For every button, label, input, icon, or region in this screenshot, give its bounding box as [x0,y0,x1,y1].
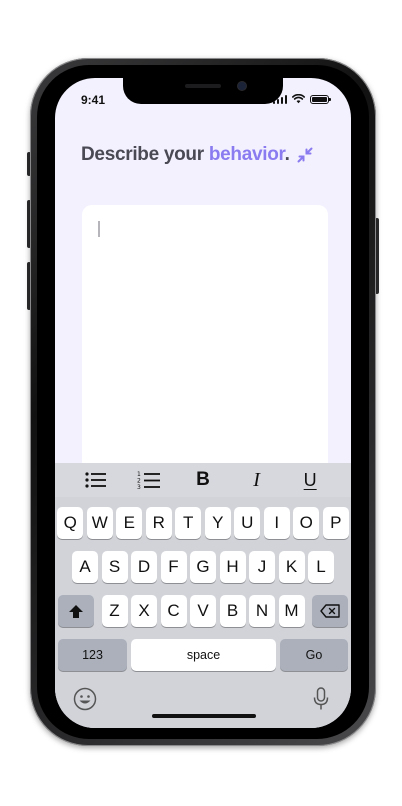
key-d[interactable]: D [131,551,157,583]
backspace-key[interactable] [312,595,348,627]
italic-button[interactable]: I [241,467,273,493]
keyboard-row-4: 123 space Go [55,639,351,671]
keyboard-bottom-bar [55,677,351,728]
notch [123,78,283,104]
formatting-toolbar: 123 B I U [55,463,351,497]
key-h[interactable]: H [219,551,246,583]
front-camera [238,82,246,90]
earpiece-speaker [185,84,221,88]
cellular-signal-icon [272,94,287,104]
phone-screen: 9:41 Describe your behavior. 1 2 3 B I U… [55,78,351,728]
svg-text:3: 3 [137,484,141,490]
key-l[interactable]: L [308,551,334,583]
keyboard-row-3: ZXCVBNM [55,595,351,627]
bold-button[interactable]: B [187,467,219,493]
key-b[interactable]: B [219,595,246,627]
underline-button[interactable]: U [294,467,326,493]
keyboard: QWERTYUIOP ASDFGHJKL ZXCVBNM 123 space G… [55,497,351,728]
numbered-list-icon: 123 [137,471,161,490]
key-z[interactable]: Z [101,595,128,627]
key-p[interactable]: P [322,507,349,539]
keyboard-row-2: ASDFGHJKL [55,551,351,583]
emoji-smiley-icon[interactable] [73,687,97,711]
numbered-list-button[interactable]: 123 [133,467,165,493]
key-y[interactable]: Y [204,507,231,539]
key-o[interactable]: O [293,507,320,539]
key-n[interactable]: N [249,595,275,627]
title-suffix: . [284,144,290,165]
title-accent-word: behavior [208,144,285,165]
key-s[interactable]: S [101,551,128,583]
microphone-icon[interactable] [313,687,329,711]
key-r[interactable]: R [145,507,172,539]
status-indicators [272,94,331,104]
wifi-icon [292,94,305,104]
shift-key[interactable] [58,595,94,627]
key-e[interactable]: E [116,507,143,539]
bulleted-list-icon [85,472,106,488]
key-t[interactable]: T [175,507,202,539]
keyboard-row-1: QWERTYUIOP [55,507,351,539]
collapse-arrows-icon[interactable] [296,146,314,164]
title-prefix: Describe your [81,144,209,165]
key-v[interactable]: V [190,595,216,627]
battery-icon [310,94,331,104]
backspace-icon [320,604,340,618]
space-key[interactable]: space [131,639,276,671]
bulleted-list-button[interactable] [80,467,112,493]
shift-arrow-icon [69,604,83,618]
key-q[interactable]: Q [57,507,84,539]
numbers-key[interactable]: 123 [58,639,127,671]
key-x[interactable]: X [131,595,157,627]
key-a[interactable]: A [72,551,98,583]
key-m[interactable]: M [278,595,305,627]
key-i[interactable]: I [263,507,290,539]
key-w[interactable]: W [86,507,113,539]
key-u[interactable]: U [234,507,261,539]
key-c[interactable]: C [160,595,187,627]
status-time: 9:41 [81,93,106,107]
key-f[interactable]: F [160,551,187,583]
home-indicator[interactable] [152,714,256,718]
go-key[interactable]: Go [280,639,348,671]
key-g[interactable]: G [190,551,216,583]
key-j[interactable]: J [249,551,275,583]
key-k[interactable]: K [278,551,305,583]
page-title: Describe your behavior. [81,144,290,166]
text-cursor [98,221,100,237]
